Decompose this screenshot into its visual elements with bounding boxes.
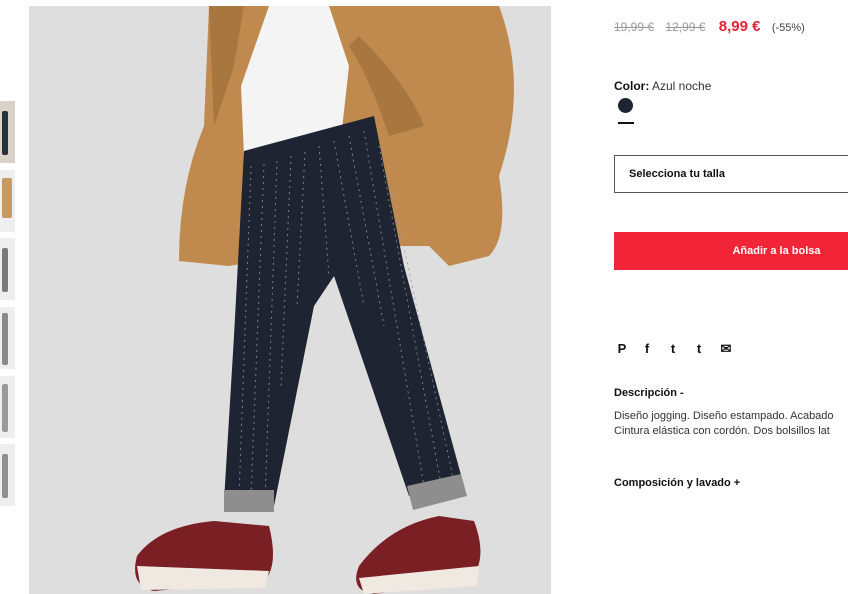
product-photo-illustration [29,6,551,594]
description-line-1: Diseño jogging. Diseño estampado. Acabad… [614,410,834,422]
color-value: Azul noche [652,79,712,93]
email-icon[interactable]: ✉ [718,340,734,358]
previous-price: 12,99 € [665,20,706,34]
selected-swatch-indicator [618,122,634,124]
color-swatch-azul-noche[interactable] [618,98,633,113]
original-price: 19,99 € [614,20,655,34]
thumbnail-1[interactable] [0,101,15,163]
size-selector[interactable]: Selecciona tu talla [614,155,848,193]
price-row: 19,99 € 12,99 € 8,99 € (-55%) [614,18,805,35]
color-label: Color: [614,79,650,93]
twitter-icon[interactable]: t [665,340,681,358]
product-info-panel: 19,99 € 12,99 € 8,99 € (-55%) Color: Azu… [614,0,848,594]
product-main-image[interactable] [29,6,551,594]
description-toggle[interactable]: Descripción - [614,387,684,399]
composition-toggle[interactable]: Composición y lavado + [614,477,740,489]
color-label-row: Color: Azul noche [614,79,711,93]
pinterest-icon[interactable]: P [614,340,630,358]
tumblr-icon[interactable]: t [691,340,707,358]
facebook-icon[interactable]: f [639,340,655,358]
add-to-bag-button[interactable]: Añadir a la bolsa [614,232,848,270]
thumbnail-5[interactable] [0,376,15,438]
description-text: Diseño jogging. Diseño estampado. Acabad… [614,409,848,439]
description-line-2: Cintura elástica con cordón. Dos bolsill… [614,425,830,437]
thumbnail-2[interactable] [0,170,15,232]
thumbnail-4[interactable] [0,307,15,369]
discount-badge: (-55%) [771,22,805,34]
sale-price: 8,99 € [718,18,761,35]
thumbnail-6[interactable] [0,444,15,506]
thumbnail-strip [0,0,16,594]
thumbnail-3[interactable] [0,238,15,300]
